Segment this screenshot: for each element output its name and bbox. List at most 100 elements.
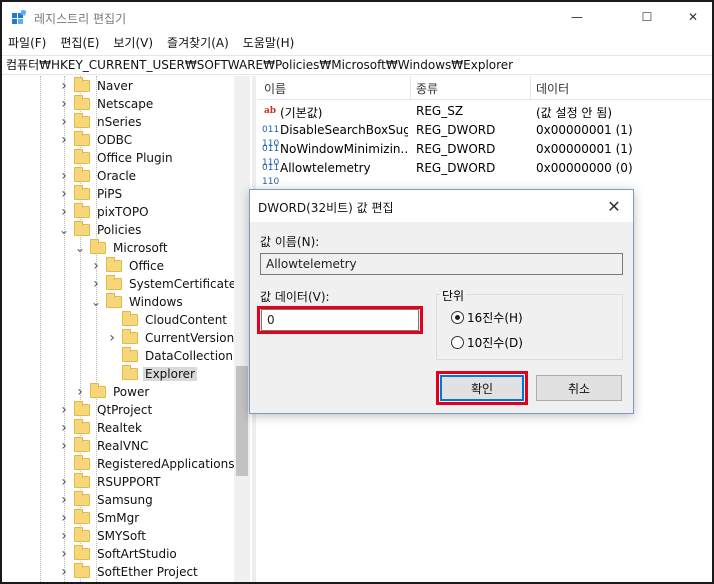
tree-scrollbar-thumb[interactable] xyxy=(236,366,248,476)
tree-item-samsung[interactable]: › Samsung xyxy=(58,491,155,509)
folder-icon xyxy=(74,473,90,488)
tree-item-label: Netscape xyxy=(97,97,154,111)
folder-icon xyxy=(106,275,122,290)
chevron-right-icon[interactable]: › xyxy=(58,167,70,185)
chevron-right-icon[interactable]: › xyxy=(90,257,102,275)
tree-item-realvnc[interactable]: › RealVNC xyxy=(58,437,150,455)
tree-item-softether-project[interactable]: › SoftEther Project xyxy=(58,563,200,581)
tree-item-nseries[interactable]: › nSeries xyxy=(58,113,144,131)
folder-icon xyxy=(74,437,90,452)
chevron-right-icon[interactable]: › xyxy=(58,131,70,149)
dialog-title: DWORD(32비트) 값 편집 xyxy=(258,201,394,215)
tree-item-smysoft[interactable]: › SMYSoft xyxy=(58,527,148,545)
chevron-right-icon[interactable]: › xyxy=(58,95,70,113)
chevron-right-icon[interactable]: › xyxy=(58,545,70,563)
chevron-right-icon[interactable]: › xyxy=(58,563,70,581)
chevron-down-icon[interactable]: ⌄ xyxy=(90,293,102,311)
value-row[interactable]: 011 110 NoWindowMinimizin... REG_DWORD 0x000… xyxy=(258,140,712,168)
value-name: Allowtelemetry xyxy=(280,161,371,175)
edit-dword-dialog: DWORD(32비트) 값 편집 ✕ 값 이름(N): 값 데이터(V): 단위… xyxy=(249,189,634,414)
folder-icon xyxy=(74,419,90,434)
tree-item-qtproject[interactable]: › QtProject xyxy=(58,401,154,419)
chevron-right-icon[interactable]: › xyxy=(58,509,70,527)
close-icon: ✕ xyxy=(607,196,621,216)
chevron-down-icon[interactable]: ⌄ xyxy=(58,221,70,239)
tree-item-power[interactable]: › Power xyxy=(74,383,151,401)
tree-item-systemcertificates[interactable]: › SystemCertificates xyxy=(90,275,244,293)
value-row[interactable]: 011 110 Allowtelemetry REG_DWORD 0x00000000 … xyxy=(258,159,712,187)
tree-item-windows[interactable]: ⌄ Windows xyxy=(90,293,185,311)
tree-item-odbc[interactable]: › ODBC xyxy=(58,131,134,149)
column-divider[interactable] xyxy=(530,76,531,100)
folder-icon xyxy=(90,239,106,254)
tree-item-office-plugin[interactable]: Office Plugin xyxy=(58,149,175,167)
chevron-right-icon[interactable]: › xyxy=(58,185,70,203)
tree-item-explorer[interactable]: Explorer xyxy=(106,365,197,383)
chevron-right-icon[interactable]: › xyxy=(90,275,102,293)
maximize-button[interactable]: ☐ xyxy=(624,2,670,32)
column-header-name[interactable]: 이름 xyxy=(264,80,286,97)
menu-edit[interactable]: 편집(E) xyxy=(60,33,99,53)
tree-item-netscape[interactable]: › Netscape xyxy=(58,95,155,113)
column-header-type[interactable]: 종류 xyxy=(416,80,438,97)
radio-hexadecimal-label: 16진수(H) xyxy=(467,311,523,325)
folder-icon xyxy=(74,509,90,524)
tree-item-datacollection[interactable]: DataCollection xyxy=(106,347,235,365)
folder-icon xyxy=(74,113,90,128)
chevron-down-icon[interactable]: ⌄ xyxy=(74,239,86,257)
menu-file[interactable]: 파일(F) xyxy=(8,33,46,53)
tree-item-pixtopo[interactable]: › pixTOPO xyxy=(58,203,151,221)
tree-scrollbar[interactable] xyxy=(234,76,250,582)
value-name-field[interactable] xyxy=(260,253,623,275)
column-divider[interactable] xyxy=(410,76,411,100)
tree-item-registeredapplications[interactable]: RegisteredApplications xyxy=(58,455,236,473)
tree-item-label: Windows xyxy=(129,295,183,309)
address-bar[interactable]: 컴퓨터₩HKEY_CURRENT_USER₩SOFTWARE₩Policies₩… xyxy=(2,55,712,75)
chevron-right-icon[interactable]: › xyxy=(58,473,70,491)
chevron-right-icon[interactable]: › xyxy=(58,203,70,221)
minimize-icon: — xyxy=(571,10,583,24)
tree-item-realtek[interactable]: › Realtek xyxy=(58,419,144,437)
chevron-right-icon[interactable]: › xyxy=(58,491,70,509)
tree-item-currentversion[interactable]: › CurrentVersion xyxy=(106,329,236,347)
tree-item-label: SoftArtStudio xyxy=(97,547,177,561)
folder-icon xyxy=(74,491,90,506)
column-header-data[interactable]: 데이터 xyxy=(536,80,569,97)
tree-item-office[interactable]: › Office xyxy=(90,257,166,275)
chevron-right-icon[interactable]: › xyxy=(58,113,70,131)
value-name-label: 값 이름(N): xyxy=(260,235,320,249)
folder-icon xyxy=(90,383,106,398)
tree-item-smmgr[interactable]: › SmMgr xyxy=(58,509,141,527)
value-row[interactable]: ab (기본값) REG_SZ (값 설정 안 됨) xyxy=(258,102,712,121)
tree-item-policies[interactable]: ⌄ Policies xyxy=(58,221,143,239)
chevron-right-icon[interactable]: › xyxy=(58,401,70,419)
minimize-button[interactable]: — xyxy=(554,2,600,32)
cancel-button[interactable]: 취소 xyxy=(536,375,622,401)
value-row[interactable]: 011110DisableSearchBoxSug... REG_DWORD 0x0… xyxy=(258,121,712,149)
tree-item-pips[interactable]: › PiPS xyxy=(58,185,124,203)
menu-help[interactable]: 도움말(H) xyxy=(243,33,295,53)
tree-item-label: RealVNC xyxy=(97,439,149,453)
chevron-right-icon[interactable]: › xyxy=(74,383,86,401)
chevron-right-icon[interactable]: › xyxy=(58,77,70,95)
tree-item-microsoft[interactable]: ⌄ Microsoft xyxy=(74,239,170,257)
radio-decimal[interactable]: 10진수(D) xyxy=(451,334,523,351)
radio-hexadecimal[interactable]: 16진수(H) xyxy=(451,309,523,326)
close-button[interactable]: ✕ xyxy=(670,2,712,32)
chevron-right-icon[interactable]: › xyxy=(58,419,70,437)
value-type: REG_DWORD xyxy=(416,161,496,175)
value-name: DisableSearchBoxSug... xyxy=(280,123,408,137)
tree-item-softartstudio[interactable]: › SoftArtStudio xyxy=(58,545,179,563)
tree-item-naver[interactable]: › Naver xyxy=(58,77,135,95)
chevron-right-icon[interactable]: › xyxy=(58,527,70,545)
tree-item-oracle[interactable]: › Oracle xyxy=(58,167,138,185)
menu-favorites[interactable]: 즐겨찾기(A) xyxy=(167,33,229,53)
folder-icon xyxy=(74,203,90,218)
chevron-right-icon[interactable]: › xyxy=(58,437,70,455)
folder-icon xyxy=(122,329,138,344)
dialog-close-button[interactable]: ✕ xyxy=(602,194,626,218)
menu-view[interactable]: 보기(V) xyxy=(113,33,153,53)
chevron-right-icon[interactable]: › xyxy=(106,329,118,347)
tree-item-cloudcontent[interactable]: CloudContent xyxy=(106,311,229,329)
tree-item-rsupport[interactable]: › RSUPPORT xyxy=(58,473,162,491)
